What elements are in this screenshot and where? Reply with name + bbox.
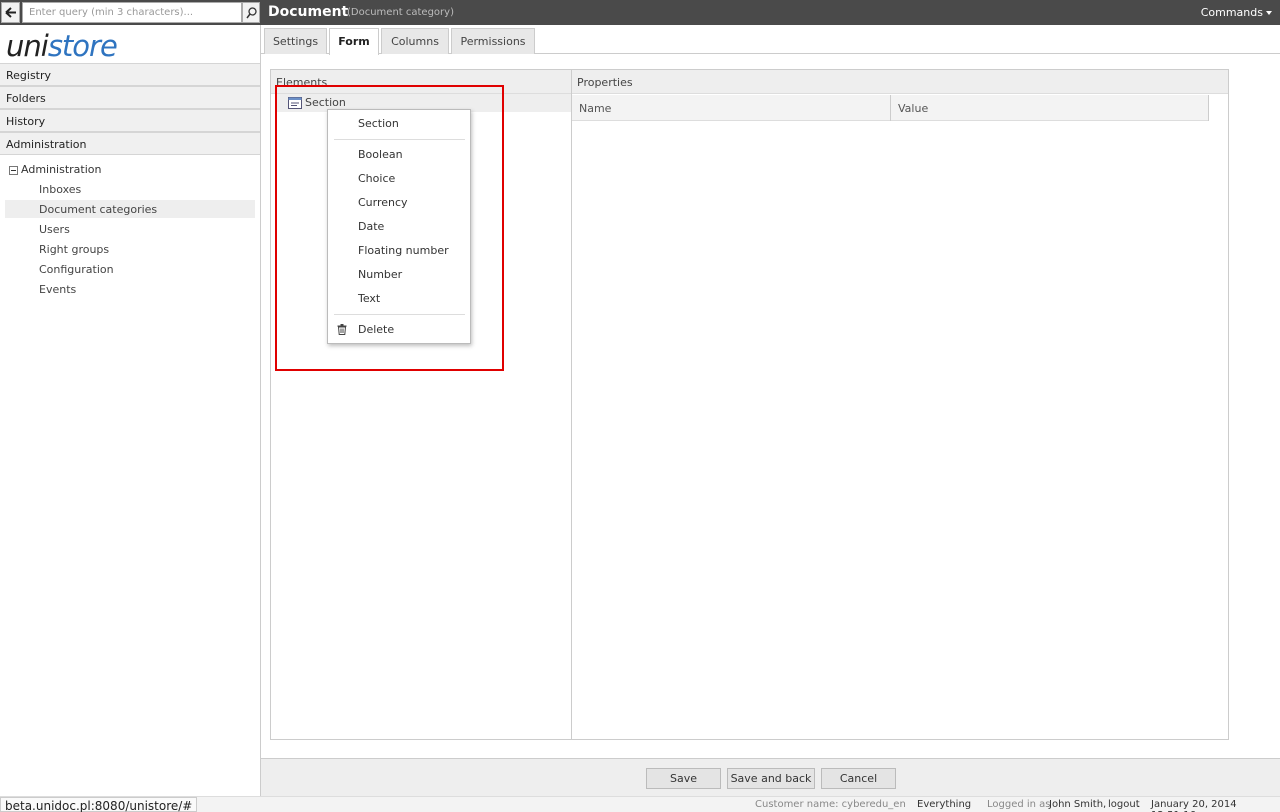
tree-item-events[interactable]: Events (5, 280, 255, 298)
sidebar-section-history[interactable]: History (0, 109, 260, 132)
menu-separator (334, 139, 465, 140)
tree-item-inboxes[interactable]: Inboxes (5, 180, 255, 198)
logo-uni: uni (6, 29, 49, 63)
menu-item-choice[interactable]: Choice (358, 172, 395, 185)
column-value[interactable]: Value (891, 95, 1209, 121)
properties-panel: Properties Name Value (571, 69, 1229, 740)
logged-in-label: Logged in as (987, 799, 1051, 810)
back-button[interactable] (1, 2, 20, 23)
tab-settings[interactable]: Settings (264, 28, 327, 54)
properties-column-header: Name Value (572, 95, 1209, 121)
context-menu: Section Boolean Choice Currency Date Flo… (327, 109, 471, 344)
tree-item-configuration[interactable]: Configuration (5, 260, 255, 278)
page-title: Document (268, 4, 349, 20)
properties-header: Properties (572, 70, 1228, 94)
user-name[interactable]: John Smith (1049, 799, 1103, 810)
menu-item-boolean[interactable]: Boolean (358, 148, 403, 161)
cancel-button[interactable]: Cancel (821, 768, 896, 789)
save-button[interactable]: Save (646, 768, 721, 789)
sidebar-section-folders[interactable]: Folders (0, 86, 260, 109)
scope-label[interactable]: Everything (917, 799, 971, 810)
menu-item-date[interactable]: Date (358, 220, 384, 233)
menu-item-currency[interactable]: Currency (358, 196, 408, 209)
menu-separator (334, 314, 465, 315)
collapse-icon[interactable] (9, 165, 18, 175)
tree-root-label: Administration (21, 163, 102, 176)
commands-label: Commands (1200, 6, 1263, 19)
save-and-back-button[interactable]: Save and back (727, 768, 815, 789)
action-bar: Save Save and back Cancel (261, 758, 1280, 796)
status-dot: . (1137, 799, 1141, 810)
sidebar: unistore Registry Folders History Admini… (0, 25, 261, 812)
tab-bar: Settings Form Columns Permissions (261, 25, 1280, 55)
status-comma: , (1103, 799, 1107, 810)
menu-item-delete[interactable]: Delete (358, 323, 394, 336)
tree-item-users[interactable]: Users (5, 220, 255, 238)
menu-item-text[interactable]: Text (358, 292, 380, 305)
menu-item-number[interactable]: Number (358, 268, 402, 281)
logo-store: store (47, 29, 118, 63)
logo: unistore (6, 29, 118, 63)
search-icon (246, 7, 257, 19)
arrow-left-icon (5, 7, 16, 18)
trash-icon (337, 324, 347, 335)
page-subtitle: (Document category) (347, 7, 454, 18)
tab-permissions[interactable]: Permissions (451, 28, 535, 54)
search-button[interactable] (242, 2, 260, 23)
logout-link[interactable]: logout (1108, 799, 1140, 810)
column-name[interactable]: Name (572, 95, 891, 121)
commands-menu[interactable]: Commands (1201, 6, 1272, 19)
status-datetime: January 20, 2014 12:51:16 (1151, 799, 1237, 812)
tree-item-right-groups[interactable]: Right groups (5, 240, 255, 258)
tab-columns[interactable]: Columns (381, 28, 449, 54)
tab-form[interactable]: Form (329, 28, 379, 55)
sidebar-section-administration[interactable]: Administration (0, 132, 260, 155)
tree-root[interactable]: Administration (9, 163, 102, 176)
status-bar: beta.unidoc.pl:8080/unistore/# Customer … (0, 796, 1280, 812)
sidebar-section-registry[interactable]: Registry (0, 63, 260, 86)
menu-item-floating-number[interactable]: Floating number (358, 244, 449, 257)
search-input[interactable] (22, 2, 242, 23)
customer-name: Customer name: cyberedu_en (755, 799, 906, 810)
status-url: beta.unidoc.pl:8080/unistore/# (0, 797, 198, 812)
top-bar: Document (Document category) Commands (0, 0, 1280, 25)
tree-item-document-categories[interactable]: Document categories (5, 200, 255, 218)
chevron-down-icon (1266, 11, 1272, 15)
menu-item-section[interactable]: Section (358, 117, 399, 130)
